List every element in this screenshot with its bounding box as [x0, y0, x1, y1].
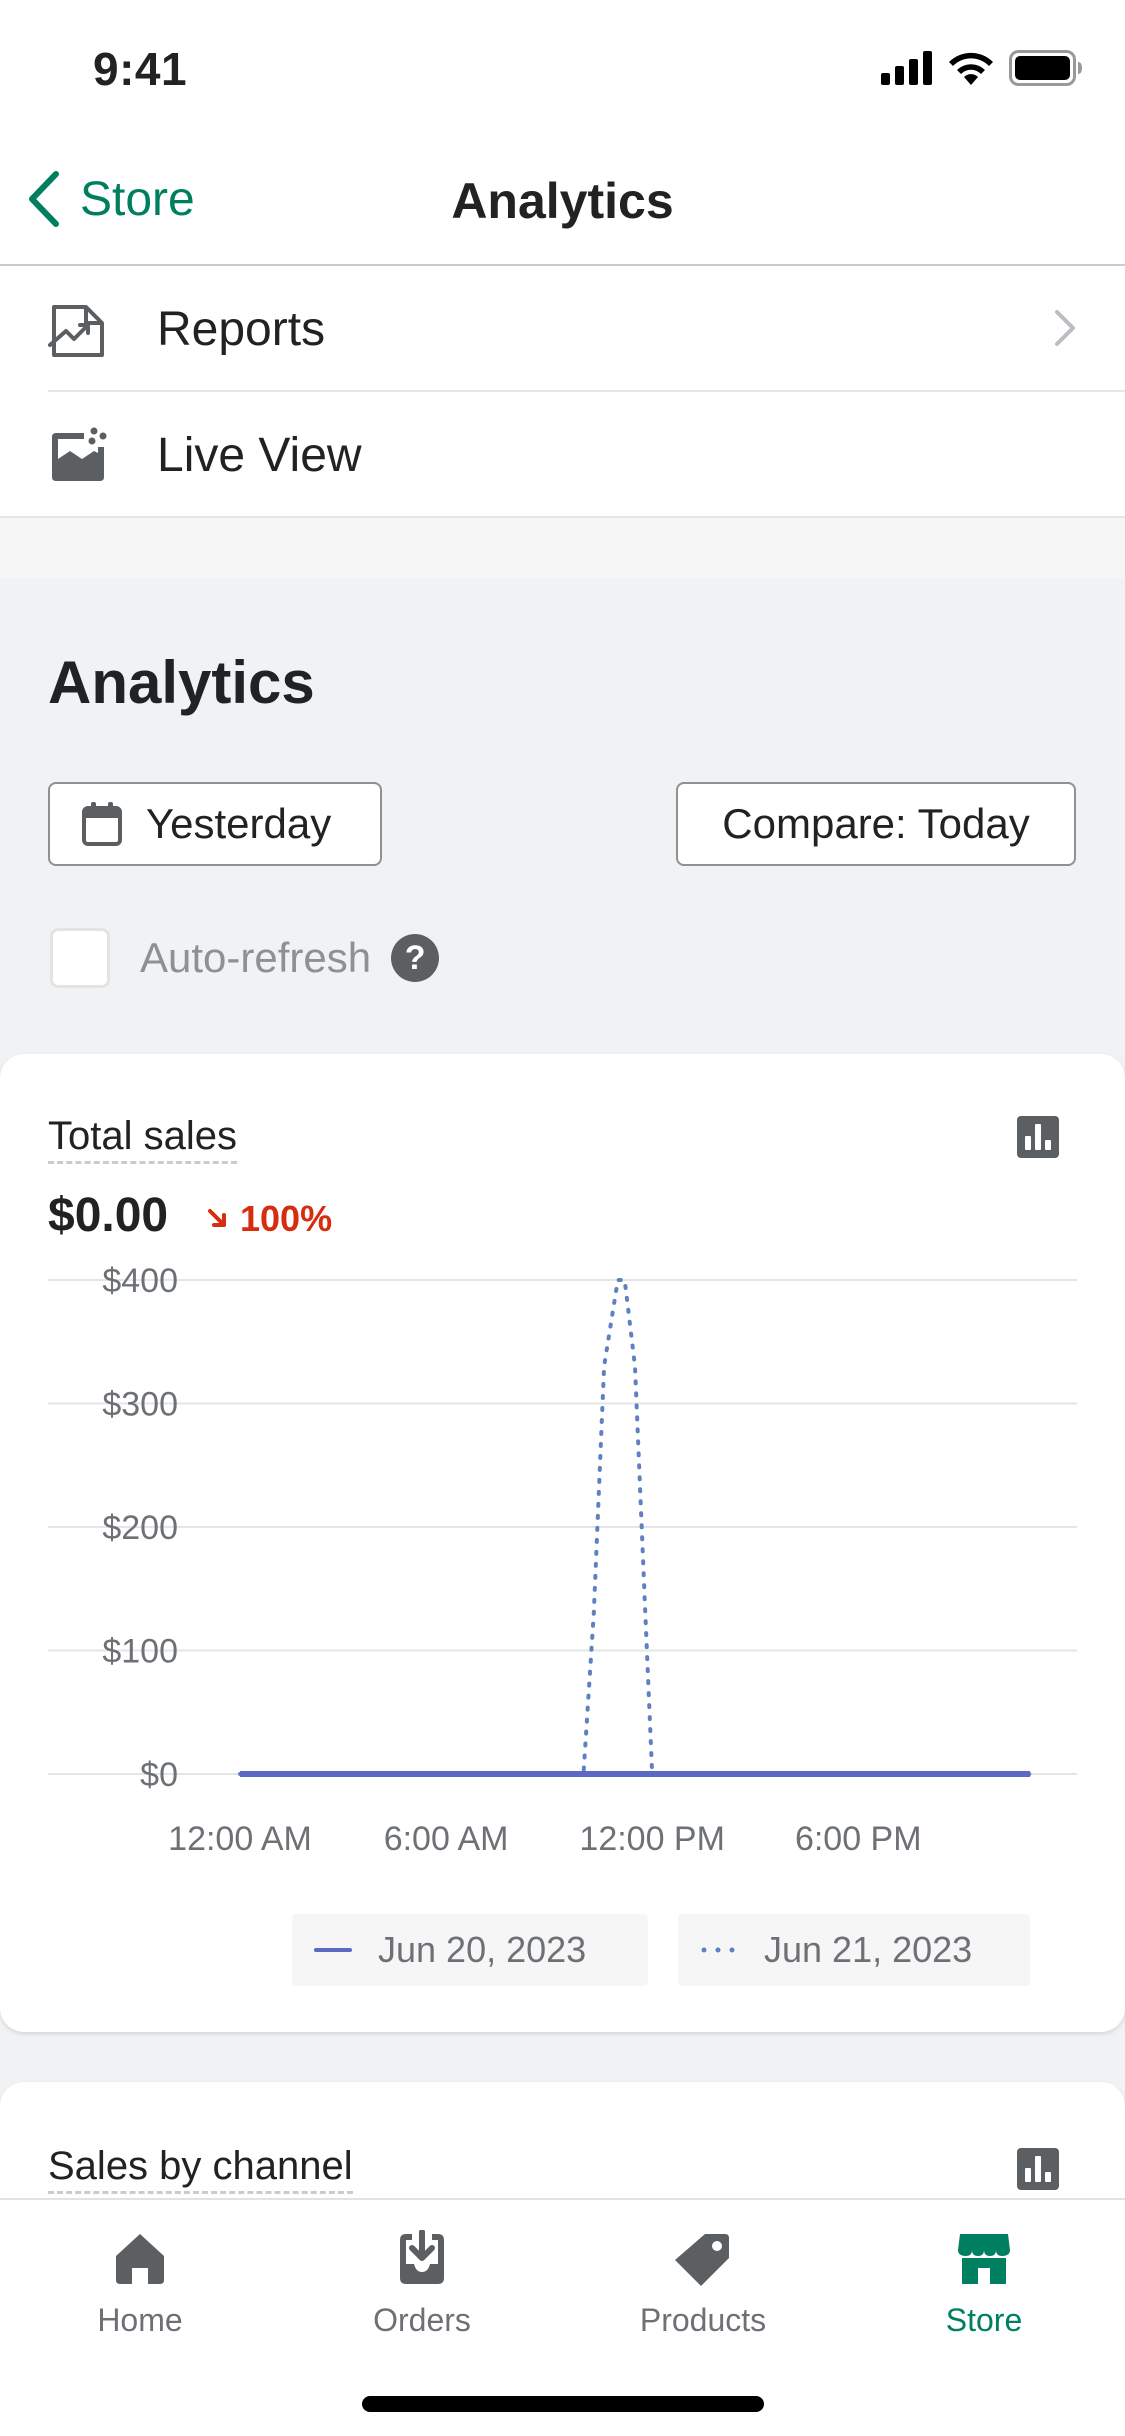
legend-item-jun-21[interactable]: Jun 21, 2023 — [678, 1914, 1030, 1986]
wifi-icon — [949, 52, 993, 85]
y-tick-label: $100 — [102, 1633, 178, 1671]
menu-item-reports[interactable]: Reports — [0, 266, 1125, 392]
legend-label-jun-20: Jun 20, 2023 — [378, 1929, 587, 1970]
home-indicator — [362, 2396, 764, 2412]
x-tick-label: 6:00 PM — [795, 1820, 922, 1858]
store-icon — [958, 2234, 1010, 2284]
tab-home-label: Home — [97, 2302, 183, 2338]
signal-icon — [881, 51, 932, 85]
tab-products-label: Products — [639, 2302, 767, 2338]
compare-button[interactable]: Compare: Today — [676, 782, 1076, 866]
analytics-heading: Analytics — [48, 649, 315, 716]
chevron-right-icon — [1055, 310, 1075, 346]
menu-item-reports-label: Reports — [157, 302, 326, 356]
date-range-button[interactable]: Yesterday — [48, 782, 382, 866]
x-tick-label: 12:00 AM — [168, 1820, 312, 1858]
tab-orders-label: Orders — [373, 2302, 471, 2338]
tab-products[interactable]: Products — [603, 2230, 803, 2339]
y-tick-label: $0 — [140, 1756, 178, 1794]
analytics-menu-list: Reports Live View — [0, 266, 1125, 518]
total-sales-chart: $400 $300 $200 $100 $0 12:00 AM 6:00 AM 12:00 P… — [48, 1262, 1077, 1858]
calendar-icon — [82, 802, 122, 846]
tab-store-label: Store — [945, 2302, 1023, 2338]
status-time: 9:41 — [93, 43, 188, 95]
sales-by-channel-title[interactable]: Sales by channel — [48, 2144, 353, 2194]
x-tick-label: 6:00 AM — [384, 1820, 509, 1858]
tab-store[interactable]: Store — [884, 2230, 1084, 2339]
tab-home[interactable]: Home — [40, 2230, 240, 2339]
home-icon — [116, 2234, 164, 2284]
page-title: Analytics — [451, 173, 674, 229]
battery-icon — [1009, 50, 1082, 86]
menu-item-live-view-label: Live View — [157, 428, 362, 482]
status-bar: 9:41 — [0, 0, 1125, 132]
total-sales-card: Total sales $0.00 100% $400 $300 $200 $100 $… — [0, 1054, 1125, 2032]
reports-icon — [48, 305, 104, 357]
auto-refresh-checkbox[interactable] — [50, 928, 110, 988]
auto-refresh-label: Auto-refresh — [140, 934, 372, 981]
section-gap — [0, 518, 1125, 578]
y-tick-label: $200 — [102, 1509, 178, 1547]
auto-refresh-row: Auto-refresh ? — [50, 928, 440, 988]
products-tag-icon — [675, 2234, 729, 2286]
legend-label-jun-21: Jun 21, 2023 — [764, 1929, 973, 1970]
date-range-label: Yesterday — [146, 800, 332, 847]
tab-orders[interactable]: Orders — [322, 2230, 522, 2339]
live-view-icon — [52, 427, 107, 481]
status-icons — [881, 48, 1083, 88]
navigation-bar: Store Analytics — [0, 132, 1125, 266]
menu-item-live-view[interactable]: Live View — [0, 392, 1125, 518]
y-tick-label: $300 — [102, 1386, 178, 1424]
help-icon[interactable]: ? — [391, 934, 440, 982]
x-tick-label: 12:00 PM — [579, 1820, 725, 1858]
orders-icon — [400, 2230, 444, 2284]
legend-dotted-line-icon — [701, 1947, 735, 1953]
legend-solid-line-icon — [314, 1948, 352, 1952]
y-tick-label: $400 — [102, 1262, 178, 1300]
compare-label: Compare: Today — [722, 800, 1030, 847]
legend-item-jun-20[interactable]: Jun 20, 2023 — [292, 1914, 648, 1986]
bar-chart-icon[interactable] — [1017, 2148, 1059, 2190]
